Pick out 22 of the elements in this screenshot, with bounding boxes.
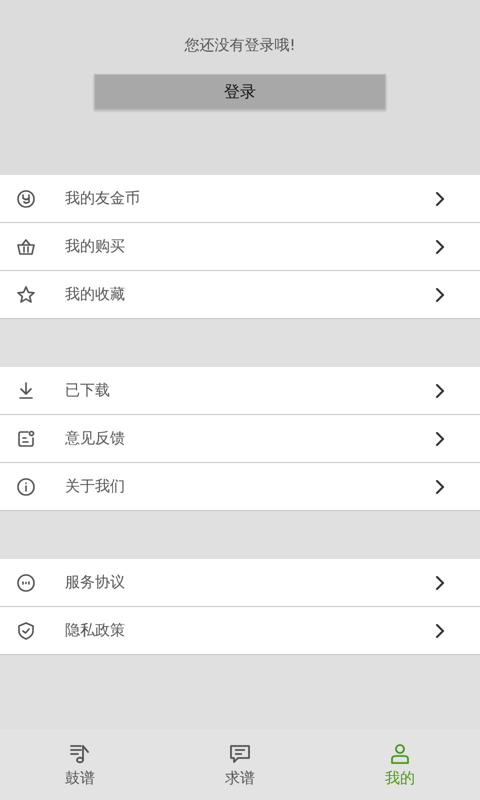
chevron-right-icon [434,384,446,398]
chevron-right-icon [434,432,446,446]
login-button[interactable]: 登录 [94,74,386,110]
chevron-right-icon [434,480,446,494]
nav-tab[interactable]: 求谱 [160,730,320,800]
agreement-icon [16,572,36,592]
chevron-right-icon [434,288,446,302]
user-icon [389,742,411,764]
chevron-right-icon [434,240,446,254]
shield-icon [16,620,36,640]
login-prompt: 您还没有登录哦! [184,36,296,56]
star-icon [16,284,36,304]
chevron-right-icon [434,576,446,590]
basket-icon [16,236,36,256]
chat-icon [229,742,251,764]
music-list-icon [69,742,91,764]
chevron-right-icon [434,192,446,206]
info-icon [16,476,36,496]
chevron-right-icon [434,624,446,638]
feedback-icon [16,428,36,448]
nav-tab[interactable]: 鼓谱 [0,730,160,800]
coin-icon [16,188,36,208]
